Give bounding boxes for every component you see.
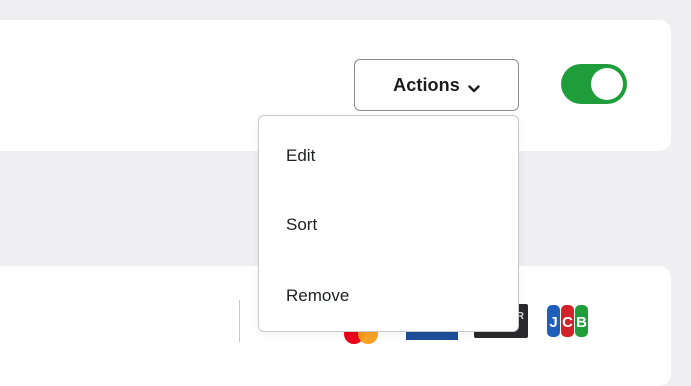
actions-menu: Edit Sort Remove xyxy=(258,115,519,332)
menu-item-edit[interactable]: Edit xyxy=(259,126,518,186)
actions-dropdown-button[interactable]: Actions xyxy=(354,59,519,111)
chevron-down-icon xyxy=(468,81,480,93)
jcb-icon: J C B xyxy=(546,304,590,338)
vertical-divider xyxy=(239,300,240,342)
svg-text:B: B xyxy=(576,314,587,331)
toggle-knob xyxy=(591,68,623,100)
svg-text:C: C xyxy=(562,314,573,331)
actions-label: Actions xyxy=(393,74,460,95)
menu-item-sort[interactable]: Sort xyxy=(259,195,518,255)
enable-toggle[interactable] xyxy=(561,64,627,104)
menu-item-remove[interactable]: Remove xyxy=(259,266,518,326)
svg-text:J: J xyxy=(549,314,557,331)
